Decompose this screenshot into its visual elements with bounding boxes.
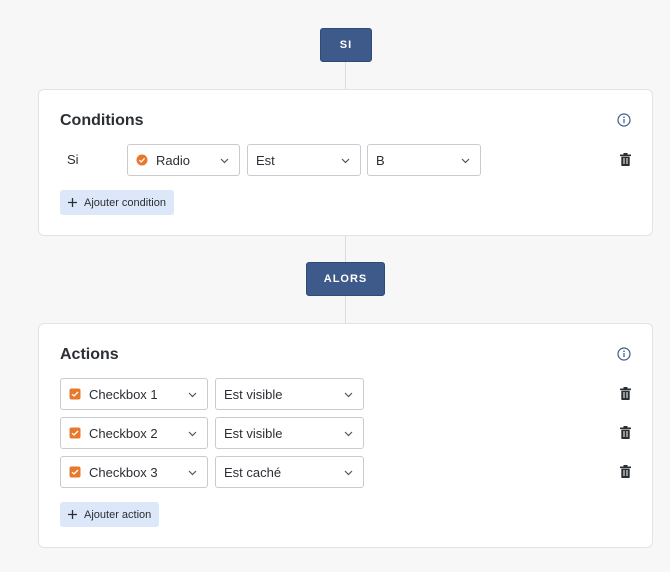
info-icon[interactable]	[617, 113, 631, 127]
action-row: Checkbox 2 Est visible	[60, 417, 631, 449]
connector-line-top	[345, 62, 346, 89]
add-condition-button[interactable]: Ajouter condition	[60, 190, 174, 215]
condition-row: Si Radio Est B	[60, 144, 631, 176]
si-step-badge: SI	[320, 28, 372, 62]
checkbox-icon	[69, 427, 81, 439]
action-row: Checkbox 3 Est caché	[60, 456, 631, 488]
connector-line-bottom	[345, 296, 346, 323]
trash-icon[interactable]	[620, 426, 631, 439]
condition-operator-select[interactable]: Est	[247, 144, 361, 176]
action-state-value: Est caché	[224, 464, 282, 480]
info-icon[interactable]	[617, 347, 631, 361]
action-field-select[interactable]: Checkbox 2	[60, 417, 208, 449]
action-state-select[interactable]: Est visible	[215, 417, 364, 449]
condition-prefix-label: Si	[67, 152, 79, 167]
actions-title: Actions	[60, 346, 119, 363]
chevron-down-icon	[188, 470, 197, 476]
checkbox-icon	[69, 466, 81, 478]
trash-icon[interactable]	[620, 387, 631, 400]
action-state-value: Est visible	[224, 386, 283, 402]
trash-icon[interactable]	[620, 153, 631, 166]
condition-field-value: Radio	[156, 152, 190, 168]
add-action-button[interactable]: Ajouter action	[60, 502, 160, 527]
chevron-down-icon	[461, 158, 470, 164]
chevron-down-icon	[341, 158, 350, 164]
chevron-down-icon	[188, 431, 197, 437]
checkbox-icon	[69, 388, 81, 400]
action-state-select[interactable]: Est caché	[215, 456, 364, 488]
chevron-down-icon	[344, 392, 353, 398]
chevron-down-icon	[344, 470, 353, 476]
condition-value-value: B	[376, 152, 385, 168]
add-action-label: Ajouter action	[84, 508, 152, 521]
chevron-down-icon	[220, 158, 229, 164]
action-state-select[interactable]: Est visible	[215, 378, 364, 410]
action-field-value: Checkbox 2	[89, 425, 158, 441]
action-state-value: Est visible	[224, 425, 283, 441]
chevron-down-icon	[188, 392, 197, 398]
condition-operator-value: Est	[256, 152, 275, 168]
connector-line-middle	[345, 236, 346, 262]
actions-panel: Actions Checkbox 1 Est visible Checkbox …	[38, 323, 653, 548]
action-field-value: Checkbox 1	[89, 386, 158, 402]
conditions-title: Conditions	[60, 112, 144, 129]
add-condition-label: Ajouter condition	[84, 196, 166, 209]
action-field-select[interactable]: Checkbox 1	[60, 378, 208, 410]
radio-icon	[136, 154, 148, 166]
chevron-down-icon	[344, 431, 353, 437]
plus-icon	[68, 198, 77, 207]
action-field-select[interactable]: Checkbox 3	[60, 456, 208, 488]
action-field-value: Checkbox 3	[89, 464, 158, 480]
plus-icon	[68, 510, 77, 519]
alors-step-badge: ALORS	[306, 262, 385, 296]
trash-icon[interactable]	[620, 465, 631, 478]
condition-field-select[interactable]: Radio	[127, 144, 240, 176]
action-row: Checkbox 1 Est visible	[60, 378, 631, 410]
conditions-panel: Conditions Si Radio Est B Ajouter condit…	[38, 89, 653, 236]
condition-value-select[interactable]: B	[367, 144, 481, 176]
